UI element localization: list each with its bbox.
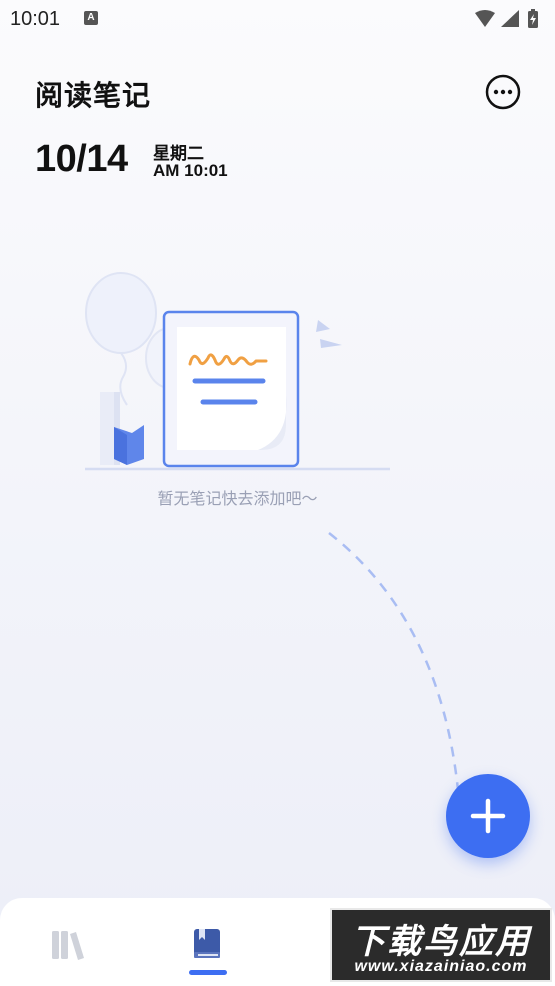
nav-active-indicator — [189, 970, 227, 975]
books-icon — [52, 931, 84, 960]
page-title: 阅读笔记 — [35, 79, 152, 112]
status-time: 10:01 — [10, 8, 61, 30]
status-bar: 10:01 A — [0, 0, 555, 40]
watermark-title: 下载鸟应用 — [351, 922, 531, 962]
watermark-logo: 下载鸟应用 www.xiazainiao.com — [330, 908, 552, 982]
book-icon — [194, 929, 220, 958]
plus-icon — [470, 798, 506, 834]
add-note-button[interactable] — [446, 774, 530, 858]
date-time: AM 10:01 — [153, 161, 228, 180]
nav-item-bookshelf[interactable] — [40, 898, 100, 986]
more-horizontal-icon — [485, 74, 521, 110]
notification-badge: A — [84, 11, 98, 25]
empty-notes-illustration — [85, 272, 390, 471]
status-icons — [475, 9, 538, 28]
empty-state-message: 暂无笔记快去添加吧～ — [157, 489, 318, 508]
wifi-icon — [475, 10, 495, 27]
watermark-url: www.xiazainiao.com — [354, 958, 528, 975]
sparkle-icon — [316, 320, 342, 348]
date-day: 10/14 — [35, 138, 128, 180]
more-button[interactable] — [485, 74, 521, 110]
bookmark-pillar — [100, 392, 144, 465]
signal-icon — [501, 10, 519, 27]
battery-icon — [528, 9, 538, 28]
nav-item-notes[interactable] — [178, 898, 238, 986]
document-icon — [162, 310, 300, 468]
